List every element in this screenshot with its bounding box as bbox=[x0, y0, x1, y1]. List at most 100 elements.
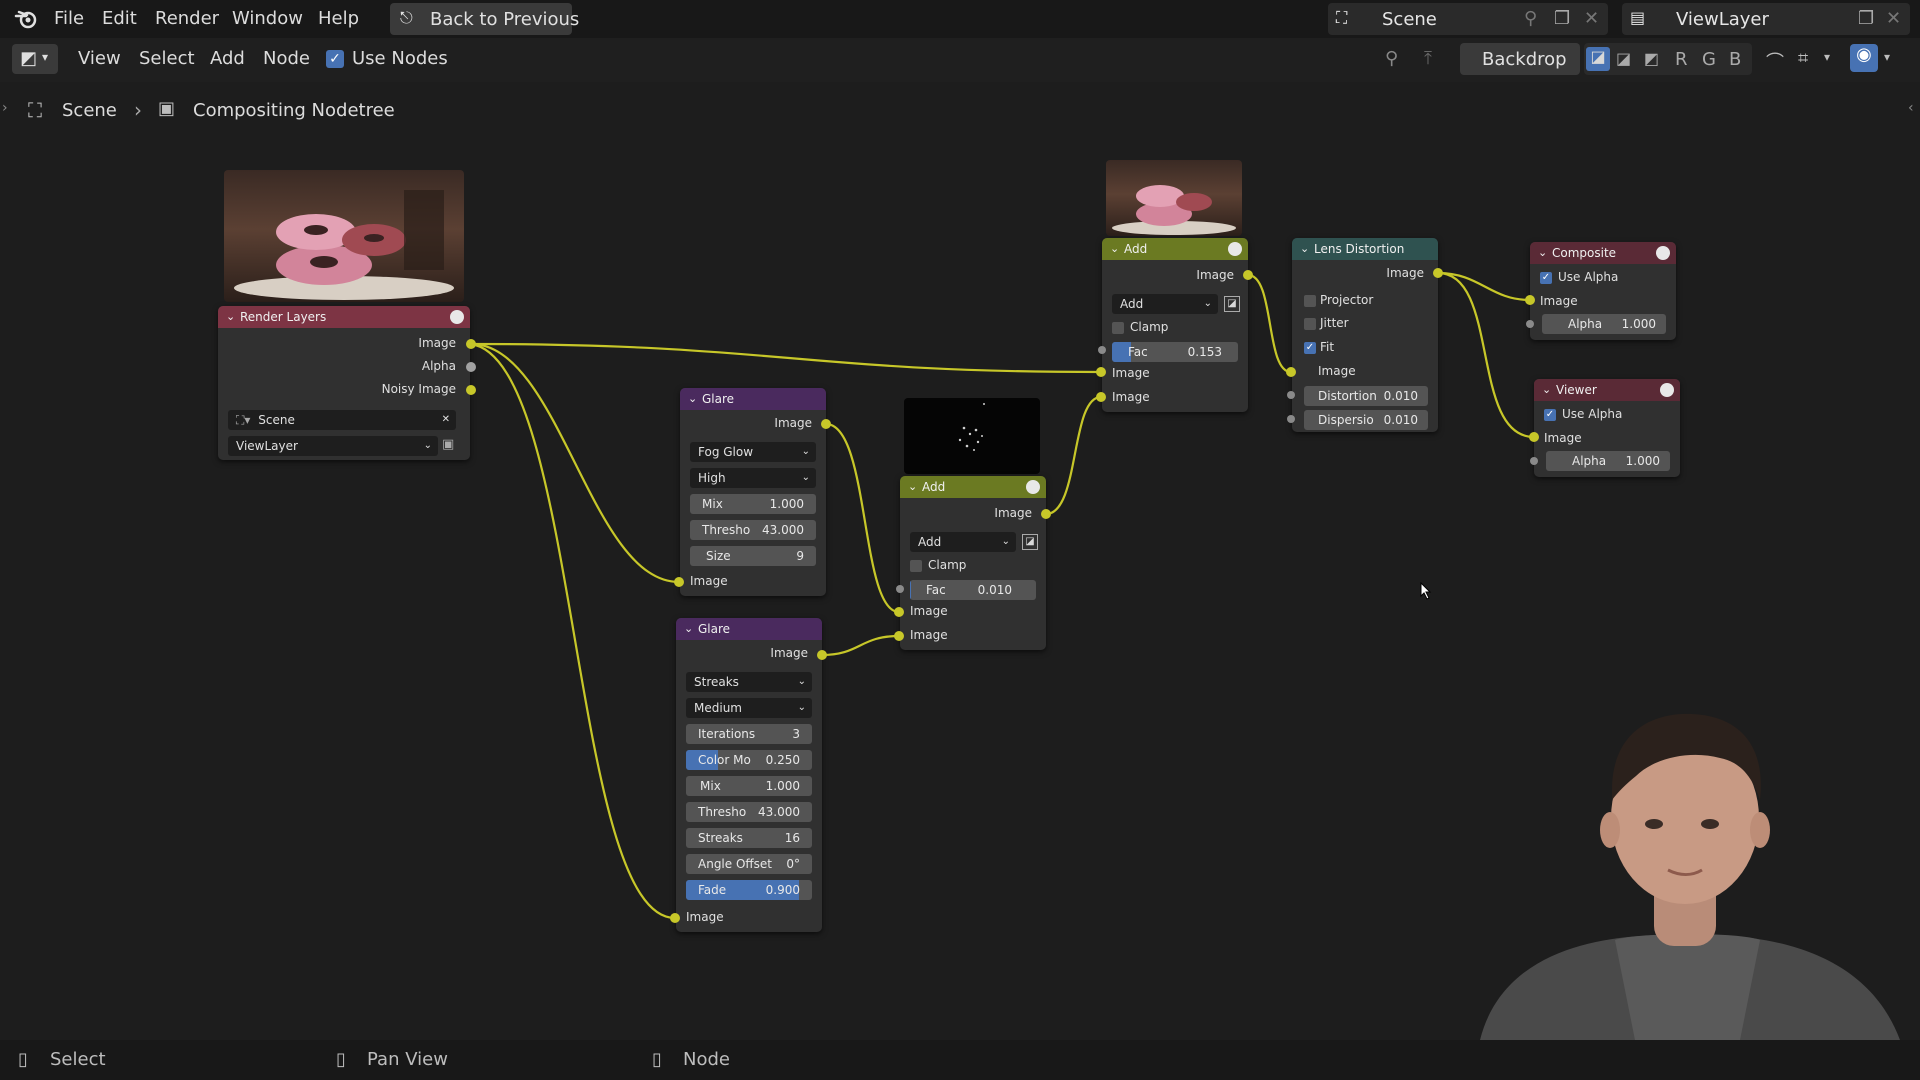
glare2-output-socket[interactable] bbox=[817, 650, 827, 660]
clamp-checkbox[interactable] bbox=[1112, 322, 1124, 334]
composite-alpha-slider[interactable]: Alpha 1.000 bbox=[1542, 314, 1666, 334]
blend-type-dropdown[interactable]: Add ⌄ bbox=[910, 532, 1016, 552]
chevron-down-icon[interactable]: ⌄ bbox=[226, 306, 235, 328]
fit-checkbox[interactable]: ✓ bbox=[1304, 342, 1316, 354]
close-icon[interactable]: ✕ bbox=[442, 410, 450, 430]
chevron-down-icon[interactable]: ⌄ bbox=[1542, 379, 1551, 401]
add-mix-node-2[interactable]: ⌄ Add Image Add ⌄ ◪ Clamp Fac 0.153 Imag… bbox=[1102, 238, 1248, 412]
glare-type-dropdown[interactable]: Fog Glow ⌄ bbox=[690, 442, 816, 462]
render-layer-icon[interactable]: ▣ bbox=[442, 437, 454, 452]
viewer-header[interactable]: ⌄ Viewer bbox=[1534, 379, 1680, 401]
viewer-input-socket[interactable] bbox=[1529, 432, 1539, 442]
mix-label: Mix bbox=[700, 779, 721, 793]
render-icon[interactable] bbox=[1228, 242, 1242, 256]
render-layers-header[interactable]: ⌄ Render Layers bbox=[218, 306, 470, 328]
dispersion-slider[interactable]: Dispersio 0.010 bbox=[1304, 410, 1428, 430]
fade-label: Fade bbox=[698, 883, 727, 897]
render-image-socket[interactable] bbox=[466, 339, 476, 349]
chevron-down-icon[interactable]: ⌄ bbox=[908, 476, 917, 498]
chevron-down-icon[interactable]: ⌄ bbox=[1300, 238, 1309, 260]
add1-output-socket[interactable] bbox=[1041, 509, 1051, 519]
glare-mix-slider[interactable]: Mix 1.000 bbox=[686, 776, 812, 796]
glare-fog-glow-node[interactable]: ⌄ Glare Image Fog Glow ⌄ High ⌄ Mix 1.00… bbox=[680, 388, 826, 596]
glare-threshold-slider[interactable]: Thresho 43.000 bbox=[690, 520, 816, 540]
composite-alpha-socket[interactable] bbox=[1526, 320, 1534, 328]
glare-angle-offset-slider[interactable]: Angle Offset 0° bbox=[686, 854, 812, 874]
composite-input-socket[interactable] bbox=[1525, 295, 1535, 305]
composite-node[interactable]: ⌄ Composite ✓ Use Alpha Image Alpha 1.00… bbox=[1530, 242, 1676, 340]
render-noisy-socket[interactable] bbox=[466, 385, 476, 395]
composite-use-alpha-label: Use Alpha bbox=[1558, 270, 1619, 284]
render-icon[interactable] bbox=[1660, 383, 1674, 397]
glare-color-modulation-slider[interactable]: Color Mo 0.250 bbox=[686, 750, 812, 770]
add-header[interactable]: ⌄ Add bbox=[900, 476, 1046, 498]
presenter-webcam-image bbox=[1480, 713, 1900, 1040]
chevron-down-icon[interactable]: ⌄ bbox=[688, 388, 697, 410]
output-image-label: Image bbox=[418, 336, 456, 350]
render-alpha-socket[interactable] bbox=[466, 362, 476, 372]
glare-iterations-slider[interactable]: Iterations 3 bbox=[686, 724, 812, 744]
blend-type-dropdown[interactable]: Add ⌄ bbox=[1112, 294, 1218, 314]
chevron-down-icon[interactable]: ⌄ bbox=[1110, 238, 1119, 260]
add2-input2-socket[interactable] bbox=[1096, 392, 1106, 402]
chevron-down-icon[interactable]: ⌄ bbox=[684, 618, 693, 640]
viewer-node[interactable]: ⌄ Viewer ✓ Use Alpha Image Alpha 1.000 bbox=[1534, 379, 1680, 477]
glare1-output-socket[interactable] bbox=[821, 419, 831, 429]
glare-header[interactable]: ⌄ Glare bbox=[676, 618, 822, 640]
lens-distortion-node[interactable]: ⌄ Lens Distortion Image Projector Jitter… bbox=[1292, 238, 1438, 432]
clamp-checkbox[interactable] bbox=[910, 560, 922, 572]
fac-slider[interactable]: Fac 0.153 bbox=[1112, 342, 1238, 362]
glare2-input-socket[interactable] bbox=[670, 913, 680, 923]
render-icon[interactable] bbox=[1656, 246, 1670, 260]
render-icon[interactable] bbox=[450, 310, 464, 324]
chevron-down-icon[interactable]: ⌄ bbox=[1538, 242, 1547, 264]
glare-size-slider[interactable]: Size 9 bbox=[690, 546, 816, 566]
glare-type-dropdown[interactable]: Streaks ⌄ bbox=[686, 672, 812, 692]
add1-input2-socket[interactable] bbox=[894, 631, 904, 641]
add1-input1-socket[interactable] bbox=[894, 607, 904, 617]
fac-label: Fac bbox=[926, 583, 946, 597]
add-mix-node-1[interactable]: ⌄ Add Image Add ⌄ ◪ Clamp Fac 0.010 Imag… bbox=[900, 476, 1046, 650]
glare-fade-slider[interactable]: Fade 0.900 bbox=[686, 880, 812, 900]
lens-output-socket[interactable] bbox=[1433, 268, 1443, 278]
chevron-down-icon: ⌄ bbox=[797, 676, 806, 687]
jitter-checkbox[interactable] bbox=[1304, 318, 1316, 330]
composite-use-alpha-checkbox[interactable]: ✓ bbox=[1540, 272, 1552, 284]
glare1-input-socket[interactable] bbox=[674, 577, 684, 587]
lens-distortion-header[interactable]: ⌄ Lens Distortion bbox=[1292, 238, 1438, 260]
viewer-alpha-socket[interactable] bbox=[1530, 457, 1538, 465]
viewer-alpha-slider[interactable]: Alpha 1.000 bbox=[1546, 451, 1670, 471]
add2-input1-socket[interactable] bbox=[1096, 367, 1106, 377]
viewer-use-alpha-checkbox[interactable]: ✓ bbox=[1544, 409, 1556, 421]
glare-type-value: Streaks bbox=[694, 675, 739, 689]
render-scene-field[interactable]: ⛶▾ Scene ✕ bbox=[228, 410, 456, 430]
fac-slider[interactable]: Fac 0.010 bbox=[910, 580, 1036, 600]
add2-fac-socket[interactable] bbox=[1098, 346, 1106, 354]
lens-distortion-socket[interactable] bbox=[1287, 391, 1295, 399]
glare-streaks-node[interactable]: ⌄ Glare Image Streaks ⌄ Medium ⌄ Iterati… bbox=[676, 618, 822, 932]
glare-header[interactable]: ⌄ Glare bbox=[680, 388, 826, 410]
render-icon[interactable] bbox=[1026, 480, 1040, 494]
render-view-layer-value: ViewLayer bbox=[236, 439, 298, 453]
add-header[interactable]: ⌄ Add bbox=[1102, 238, 1248, 260]
render-layers-node[interactable]: ⌄ Render Layers Image Alpha Noisy Image … bbox=[218, 306, 470, 460]
add1-fac-socket[interactable] bbox=[896, 585, 904, 593]
glare-quality-dropdown[interactable]: High ⌄ bbox=[690, 468, 816, 488]
mouse-left-icon: ▯ bbox=[18, 1049, 28, 1070]
lens-input-socket[interactable] bbox=[1286, 367, 1296, 377]
glare-quality-dropdown[interactable]: Medium ⌄ bbox=[686, 698, 812, 718]
distortion-slider[interactable]: Distortion 0.010 bbox=[1304, 386, 1428, 406]
lens-dispersion-socket[interactable] bbox=[1287, 415, 1295, 423]
composite-header[interactable]: ⌄ Composite bbox=[1530, 242, 1676, 264]
render-view-layer-field[interactable]: ViewLayer ⌄ bbox=[228, 436, 438, 456]
use-alpha-icon[interactable]: ◪ bbox=[1022, 534, 1038, 550]
status-pan-view: Pan View bbox=[367, 1049, 448, 1070]
output-alpha-label: Alpha bbox=[421, 359, 456, 373]
glare-threshold-slider[interactable]: Thresho 43.000 bbox=[686, 802, 812, 822]
glare-mix-slider[interactable]: Mix 1.000 bbox=[690, 494, 816, 514]
use-alpha-icon[interactable]: ◪ bbox=[1224, 296, 1240, 312]
add2-output-socket[interactable] bbox=[1243, 270, 1253, 280]
glare-streaks-slider[interactable]: Streaks 16 bbox=[686, 828, 812, 848]
lens-distortion-title: Lens Distortion bbox=[1314, 242, 1405, 256]
projector-checkbox[interactable] bbox=[1304, 295, 1316, 307]
